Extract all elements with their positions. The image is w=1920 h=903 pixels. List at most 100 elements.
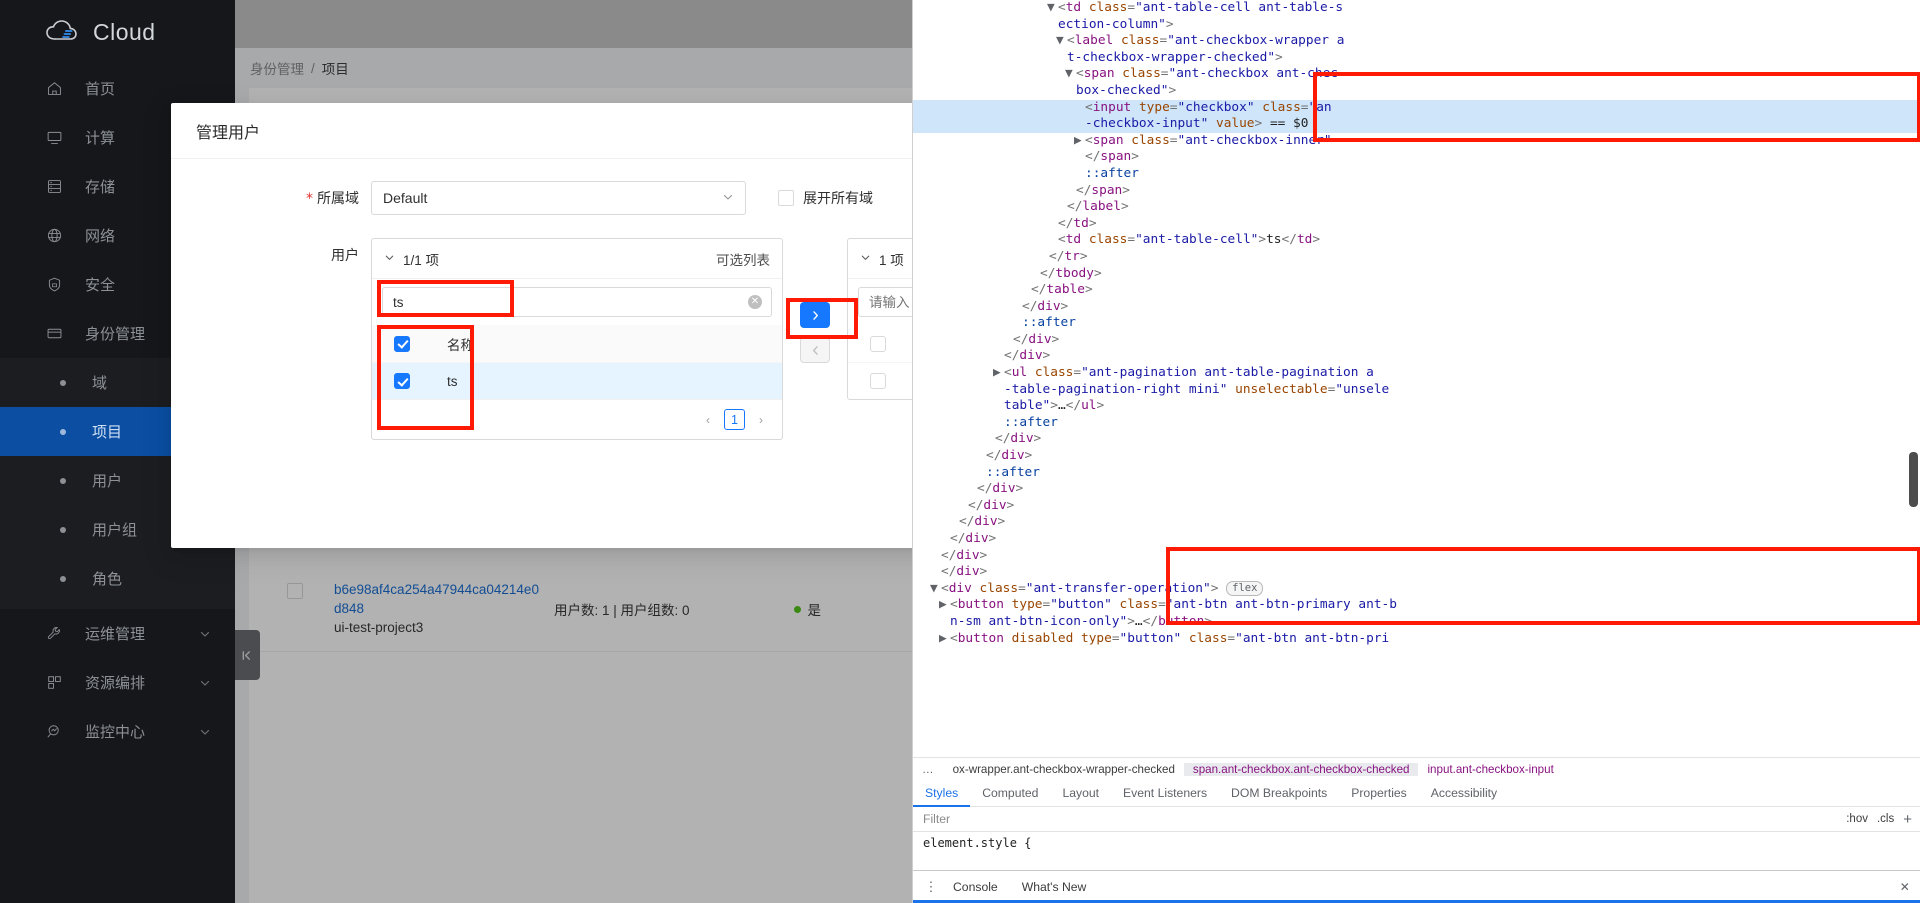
- devtools-tab-properties[interactable]: Properties: [1339, 780, 1419, 807]
- dom-line[interactable]: table">…</ul>: [913, 398, 1920, 415]
- hov-toggle[interactable]: :hov: [1846, 813, 1868, 825]
- bullet-icon: [60, 478, 66, 484]
- dom-tree[interactable]: ▼<td class="ant-table-cell ant-table-sec…: [913, 0, 1920, 757]
- domain-select[interactable]: Default: [371, 181, 746, 215]
- row-checkbox[interactable]: [870, 373, 886, 389]
- sidebar-item-bottom-0[interactable]: 运维管理: [0, 609, 235, 658]
- dom-line[interactable]: ▶<span class="ant-checkbox-inner": [913, 133, 1920, 150]
- row-checkbox[interactable]: [870, 336, 886, 352]
- brand-logo[interactable]: Cloud: [0, 0, 235, 64]
- chevron-down-icon[interactable]: [199, 677, 211, 689]
- dom-line[interactable]: ▶<ul class="ant-pagination ant-table-pag…: [913, 365, 1920, 382]
- dom-line[interactable]: </div>: [913, 498, 1920, 515]
- dom-tree-scrollbar[interactable]: [1909, 452, 1918, 507]
- checkbox-box: [778, 190, 794, 206]
- list-item[interactable]: [848, 325, 912, 362]
- dom-line[interactable]: </div>: [913, 299, 1920, 316]
- filter-placeholder[interactable]: Filter: [923, 812, 950, 826]
- drawer-tab-whats-new[interactable]: What's New: [1010, 880, 1099, 894]
- pagination-page-1[interactable]: 1: [724, 409, 745, 430]
- dom-line[interactable]: </tr>: [913, 249, 1920, 266]
- cls-toggle[interactable]: .cls: [1877, 813, 1894, 825]
- dom-line[interactable]: ection-column">: [913, 17, 1920, 34]
- dom-line[interactable]: </span>: [913, 149, 1920, 166]
- devtools-tab-styles[interactable]: Styles: [913, 780, 970, 807]
- dom-line[interactable]: </div>: [913, 548, 1920, 565]
- chevron-down-icon[interactable]: [860, 251, 871, 266]
- source-pagination: ‹ 1 ›: [372, 399, 782, 439]
- devtools-tab-accessibility[interactable]: Accessibility: [1419, 780, 1509, 807]
- dom-line[interactable]: ▼<span class="ant-checkbox ant-chec: [913, 66, 1920, 83]
- source-count: 1/1 项: [403, 249, 439, 269]
- dom-line[interactable]: </div>: [913, 431, 1920, 448]
- dom-line[interactable]: ::after: [913, 465, 1920, 482]
- screen: Cloud 首页计算存储网络安全身份管理 域项目用户用户组角色 运维管理资源编排…: [0, 0, 1920, 903]
- breadcrumb-node-3[interactable]: input.ant-checkbox-input: [1418, 763, 1562, 776]
- chevron-down-icon[interactable]: [384, 251, 395, 266]
- transfer-source-panel: 1/1 项 可选列表 ✕ 名称: [371, 238, 783, 440]
- clear-circle-icon[interactable]: ✕: [748, 295, 762, 309]
- devtools-tab-layout[interactable]: Layout: [1050, 780, 1111, 807]
- more-options-icon[interactable]: ⋮: [921, 882, 941, 892]
- target-search-input[interactable]: [858, 287, 912, 317]
- pagination-next[interactable]: ›: [752, 413, 770, 427]
- dom-line[interactable]: <td class="ant-table-cell">ts</td>: [913, 232, 1920, 249]
- move-to-target-button[interactable]: [800, 302, 830, 328]
- sidebar-item-bottom-1[interactable]: 资源编排: [0, 658, 235, 707]
- expand-all-domains-checkbox[interactable]: 展开所有域: [778, 181, 873, 215]
- dom-line[interactable]: -table-pagination-right mini" unselectab…: [913, 382, 1920, 399]
- chevron-down-icon[interactable]: [199, 726, 211, 738]
- globe-icon: [46, 227, 63, 244]
- source-search-input[interactable]: [382, 287, 772, 317]
- shield-icon: [46, 276, 63, 293]
- row-checkbox[interactable]: [394, 373, 410, 389]
- dom-line[interactable]: </table>: [913, 282, 1920, 299]
- dom-line[interactable]: </tbody>: [913, 266, 1920, 283]
- domain-select-value: Default: [383, 190, 427, 206]
- dom-line[interactable]: </td>: [913, 216, 1920, 233]
- list-item[interactable]: [848, 362, 912, 399]
- pagination-prev[interactable]: ‹: [699, 413, 717, 427]
- dom-line[interactable]: </div>: [913, 514, 1920, 531]
- application-pane: Cloud 首页计算存储网络安全身份管理 域项目用户用户组角色 运维管理资源编排…: [0, 0, 912, 903]
- drawer-tab-console[interactable]: Console: [941, 880, 1010, 894]
- column-header-name: 名称: [447, 334, 474, 354]
- dom-line[interactable]: ▶<button type="button" class="ant-btn an…: [913, 597, 1920, 614]
- dom-line[interactable]: </div>: [913, 564, 1920, 581]
- dom-line[interactable]: ::after: [913, 166, 1920, 183]
- dom-line[interactable]: </div>: [913, 332, 1920, 349]
- chevron-down-icon[interactable]: [199, 628, 211, 640]
- dom-line[interactable]: </span>: [913, 183, 1920, 200]
- dom-line[interactable]: n-sm ant-btn-icon-only">…</button>: [913, 614, 1920, 631]
- devtools-tab-dom-breakpoints[interactable]: DOM Breakpoints: [1219, 780, 1339, 807]
- sidebar-item-bottom-2[interactable]: 监控中心: [0, 707, 235, 756]
- dom-line[interactable]: </div>: [913, 481, 1920, 498]
- dom-line[interactable]: </div>: [913, 348, 1920, 365]
- breadcrumb-node-0[interactable]: …: [913, 763, 944, 776]
- breadcrumb-node-1[interactable]: ox-wrapper.ant-checkbox-wrapper-checked: [944, 763, 1184, 776]
- sidebar-subitem-4[interactable]: 角色: [0, 554, 235, 603]
- dom-line[interactable]: t-checkbox-wrapper-checked">: [913, 50, 1920, 67]
- dom-line[interactable]: <input type="checkbox" class="an: [913, 100, 1920, 117]
- devtools-tab-computed[interactable]: Computed: [970, 780, 1050, 807]
- dom-line[interactable]: ▼<label class="ant-checkbox-wrapper a: [913, 33, 1920, 50]
- flex-badge[interactable]: flex: [1226, 581, 1263, 596]
- dom-line[interactable]: -checkbox-input" value> == $0: [913, 116, 1920, 133]
- close-icon[interactable]: ✕: [1900, 880, 1920, 894]
- list-item[interactable]: ts: [372, 362, 782, 399]
- breadcrumb-node-2[interactable]: span.ant-checkbox.ant-checkbox-checked: [1184, 763, 1419, 776]
- sidebar-item-label: 资源编排: [85, 672, 177, 693]
- select-all-checkbox[interactable]: [394, 336, 410, 352]
- dom-line[interactable]: </div>: [913, 531, 1920, 548]
- new-style-rule-button[interactable]: +: [1903, 811, 1912, 828]
- dom-line[interactable]: ::after: [913, 315, 1920, 332]
- dom-line[interactable]: ▶<button disabled type="button" class="a…: [913, 631, 1920, 648]
- dom-line[interactable]: </label>: [913, 199, 1920, 216]
- dom-line[interactable]: box-checked">: [913, 83, 1920, 100]
- dom-line[interactable]: ::after: [913, 415, 1920, 432]
- dom-line[interactable]: ▼<td class="ant-table-cell ant-table-s: [913, 0, 1920, 17]
- devtools-tab-event-listeners[interactable]: Event Listeners: [1111, 780, 1219, 807]
- move-to-source-button[interactable]: [800, 337, 830, 363]
- dom-line[interactable]: ▼<div class="ant-transfer-operation"> fl…: [913, 581, 1920, 598]
- dom-line[interactable]: </div>: [913, 448, 1920, 465]
